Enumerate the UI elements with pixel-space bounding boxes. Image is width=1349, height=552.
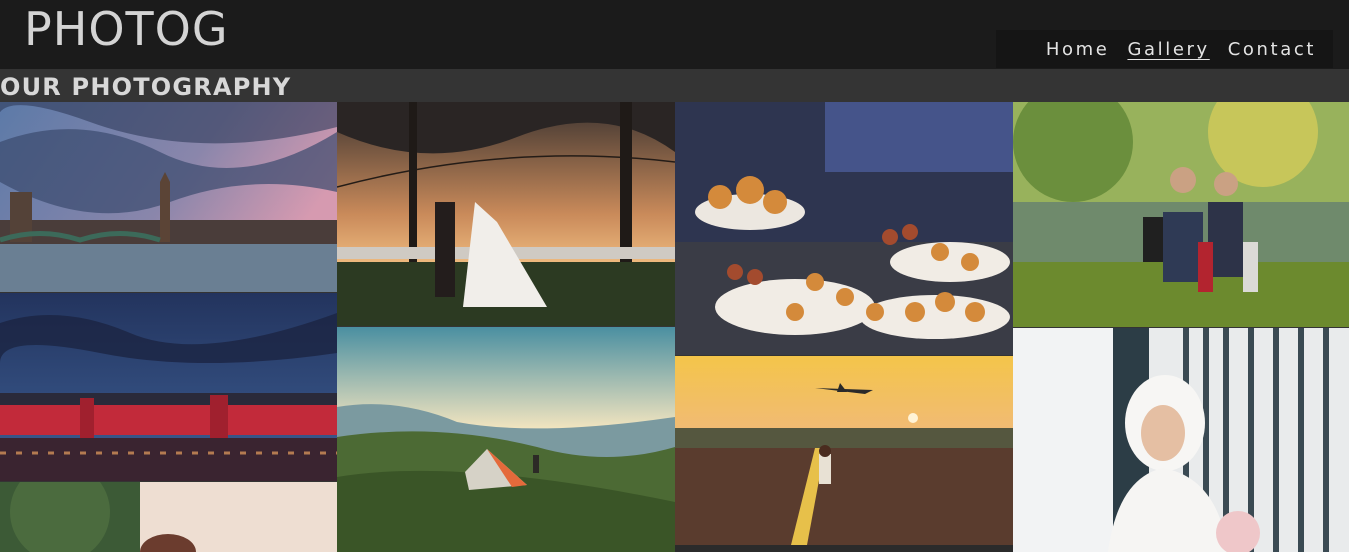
photo-runway-airplane[interactable]	[675, 356, 1013, 545]
main-nav: Home Gallery Contact	[996, 30, 1333, 68]
photo-camping-tent[interactable]	[337, 327, 675, 552]
gallery-heading: OUR PHOTOGRAPHY	[0, 73, 292, 101]
photo-london-night-bridge[interactable]	[0, 293, 337, 481]
photo-portrait-sunlight[interactable]	[0, 482, 337, 552]
nav-contact-link[interactable]: Contact	[1228, 39, 1316, 60]
photo-london-parliament[interactable]	[0, 102, 337, 292]
photo-dark-strip	[675, 545, 1013, 552]
site-logo[interactable]: PHOTOG	[24, 2, 229, 56]
photo-bride-hijab[interactable]	[1013, 328, 1349, 552]
photo-family-park[interactable]	[1013, 102, 1349, 327]
photo-wedding-couple[interactable]	[337, 102, 675, 326]
photo-gallery	[0, 102, 1349, 552]
photo-party-food[interactable]	[675, 102, 1013, 355]
site-header: PHOTOG Home Gallery Contact	[0, 0, 1349, 69]
nav-gallery-link[interactable]: Gallery	[1127, 39, 1209, 60]
nav-home-link[interactable]: Home	[1046, 39, 1110, 60]
